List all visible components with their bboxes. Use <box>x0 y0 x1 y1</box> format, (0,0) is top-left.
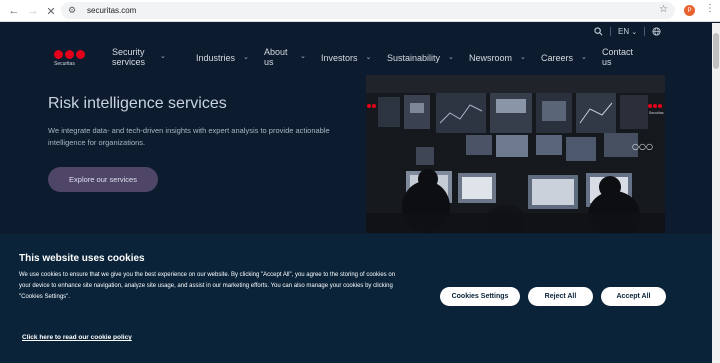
cookies-settings-button[interactable]: Cookies Settings <box>440 287 520 306</box>
hero-image-control-room: Securitas ○○○ <box>366 75 665 233</box>
svg-text:○○○: ○○○ <box>632 142 653 151</box>
divider <box>610 27 611 36</box>
nav-careers[interactable]: Careers ⌄ <box>541 53 587 63</box>
cookie-banner: This website uses cookies We use cookies… <box>0 234 712 363</box>
chevron-down-icon: ⌄ <box>160 53 166 60</box>
language-label: EN <box>618 27 630 36</box>
browser-toolbar: ← → ✕ ⚙ securitas.com ☆ P ⋮ <box>0 0 720 22</box>
hero-title: Risk intelligence services <box>48 95 227 112</box>
cookie-policy-link[interactable]: Click here to read our cookie policy <box>22 334 132 341</box>
image-wordmark: Securitas <box>649 111 664 115</box>
browser-menu-icon[interactable]: ⋮ <box>705 3 715 14</box>
utility-bar: EN ⌄ <box>594 27 661 36</box>
url-text: securitas.com <box>87 6 137 15</box>
securitas-logo[interactable]: Securitas <box>54 50 86 67</box>
accept-all-button[interactable]: Accept All <box>601 287 666 306</box>
cookie-title: This website uses cookies <box>19 253 145 264</box>
nav-investors[interactable]: Investors ⌄ <box>321 53 371 63</box>
chevron-down-icon: ⌄ <box>448 54 454 61</box>
nav-label: Investors <box>321 53 358 63</box>
language-selector[interactable]: EN ⌄ <box>618 27 637 36</box>
nav-about-us[interactable]: About us ⌄ <box>264 47 306 67</box>
cookie-description: We use cookies to ensure that we give yo… <box>19 272 396 300</box>
nav-contact-us[interactable]: Contact us <box>602 47 638 67</box>
search-icon[interactable] <box>594 27 603 36</box>
hero-description: We integrate data- and tech-driven insig… <box>48 126 330 147</box>
scrollbar-thumb[interactable] <box>713 33 719 69</box>
bookmark-star-icon[interactable]: ☆ <box>659 4 668 15</box>
nav-label: Sustainability <box>387 53 441 63</box>
nav-label: Newsroom <box>469 53 513 63</box>
chevron-down-icon: ⌄ <box>581 54 587 61</box>
chevron-down-icon: ⌄ <box>243 54 249 61</box>
nav-label: Contact us <box>602 47 634 67</box>
nav-label: Careers <box>541 53 574 63</box>
nav-industries[interactable]: Industries ⌄ <box>196 53 249 63</box>
nav-sustainability[interactable]: Sustainability ⌄ <box>387 53 454 63</box>
nav-label: Industries <box>196 53 236 63</box>
site-info-icon[interactable]: ⚙ <box>68 5 82 16</box>
chevron-down-icon: ⌄ <box>300 53 306 60</box>
nav-label: Security services <box>112 47 146 67</box>
explore-services-button[interactable]: Explore our services <box>48 167 158 192</box>
nav-label: About us <box>264 47 288 67</box>
nav-security-services[interactable]: Security services ⌄ <box>112 47 184 67</box>
logo-wordmark: Securitas <box>54 61 75 67</box>
nav-newsroom[interactable]: Newsroom ⌄ <box>469 53 526 63</box>
page-scrollbar[interactable] <box>712 23 720 363</box>
forward-icon[interactable]: → <box>25 3 41 19</box>
chevron-down-icon: ⌄ <box>520 54 526 61</box>
chevron-down-icon: ⌄ <box>365 54 372 61</box>
chevron-down-icon: ⌄ <box>631 29 638 36</box>
globe-icon[interactable] <box>652 27 661 36</box>
logo-dots <box>54 50 86 59</box>
address-bar[interactable]: ⚙ securitas.com ☆ <box>61 2 675 19</box>
control-room-illustration: Securitas ○○○ <box>366 75 665 233</box>
profile-avatar[interactable]: P <box>684 5 695 16</box>
divider <box>644 27 646 36</box>
stop-icon[interactable]: ✕ <box>43 3 59 19</box>
back-icon[interactable]: ← <box>6 3 22 19</box>
reject-all-button[interactable]: Reject All <box>528 287 593 306</box>
